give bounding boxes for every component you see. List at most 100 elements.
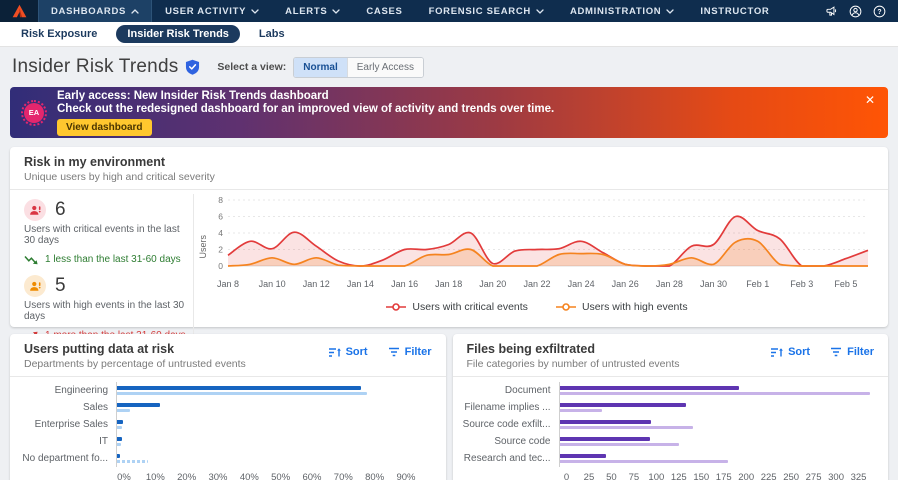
users-sort-button[interactable]: Sort — [329, 346, 368, 358]
early-access-banner: EA Early access: New Insider Risk Trends… — [10, 87, 888, 138]
bar-current[interactable] — [560, 454, 607, 458]
axis-tick: 300 — [828, 472, 844, 480]
bar-previous[interactable] — [117, 460, 148, 464]
bar-current[interactable] — [117, 386, 361, 390]
banner-close-icon[interactable]: ✕ — [865, 94, 875, 106]
axis-tick: 275 — [806, 472, 822, 480]
axis-tick: 125 — [671, 472, 687, 480]
banner-subtitle: Check out the redesigned dashboard for a… — [57, 103, 554, 115]
bar-row-research-and-tec: Research and tec... — [463, 450, 873, 467]
nav-item-alerts[interactable]: ALERTS — [272, 0, 353, 22]
bar-category-label: Enterprise Sales — [20, 419, 116, 430]
axis-tick: 25 — [584, 472, 595, 480]
axis-tick: 175 — [716, 472, 732, 480]
help-icon[interactable]: ? — [873, 5, 886, 18]
view-option-normal[interactable]: Normal — [294, 58, 347, 77]
view-dashboard-button[interactable]: View dashboard — [57, 119, 152, 136]
bar-category-label: Filename implies ... — [463, 402, 559, 413]
sort-icon — [771, 347, 783, 358]
announcement-icon[interactable] — [825, 5, 838, 18]
sort-icon — [329, 347, 341, 358]
axis-tick: 80% — [365, 472, 384, 480]
account-icon[interactable] — [849, 5, 862, 18]
bar-current[interactable] — [560, 437, 650, 441]
page-title: Insider Risk Trends — [12, 56, 178, 78]
bar-current[interactable] — [117, 403, 160, 407]
title-row: Insider Risk Trends Select a view: Norma… — [0, 47, 898, 85]
critical-user-icon — [24, 199, 46, 221]
axis-tick: 0 — [564, 472, 569, 480]
filter-icon — [830, 347, 842, 357]
line-chart-plot[interactable]: 02468Jan 8Jan 10Jan 12Jan 14Jan 16Jan 18… — [208, 194, 876, 300]
tab-labs[interactable]: Labs — [248, 25, 296, 43]
bar-current[interactable] — [117, 454, 120, 458]
high-users-caption: Users with high events in the last 30 da… — [24, 300, 193, 322]
bar-previous[interactable] — [560, 409, 602, 413]
bar-previous[interactable] — [117, 426, 122, 430]
view-option-early-access[interactable]: Early Access — [348, 58, 423, 77]
bar-current[interactable] — [560, 386, 739, 390]
nav-item-instructor[interactable]: INSTRUCTOR — [687, 0, 782, 22]
dashboard-tabs: Risk Exposure Insider Risk Trends Labs — [0, 22, 898, 47]
bar-previous[interactable] — [117, 409, 130, 413]
svg-text:Jan 30: Jan 30 — [700, 279, 727, 289]
critical-users-trend: 1 less than the last 31-60 days — [24, 254, 193, 265]
bar-category-label: Sales — [20, 402, 116, 413]
chevron-down-icon — [332, 9, 340, 14]
files-filter-button[interactable]: Filter — [830, 346, 874, 358]
bar-previous[interactable] — [560, 443, 680, 447]
bar-previous[interactable] — [560, 426, 693, 430]
bar-row-it: IT — [20, 433, 430, 450]
chevron-down-icon — [536, 9, 544, 14]
nav-item-user-activity[interactable]: USER ACTIVITY — [152, 0, 272, 22]
shield-icon — [185, 59, 200, 75]
x-axis: 0%10%20%30%40%50%60%70%80%90% — [20, 472, 430, 480]
nav-item-cases[interactable]: CASES — [353, 0, 415, 22]
bar-previous[interactable] — [560, 460, 728, 464]
axis-tick: 225 — [761, 472, 777, 480]
view-selector: NormalEarly Access — [293, 57, 424, 78]
bar-current[interactable] — [560, 403, 687, 407]
bar-current[interactable] — [560, 420, 651, 424]
high-users-count: 5 — [55, 275, 66, 297]
nav-item-forensic-search[interactable]: FORENSIC SEARCH — [416, 0, 557, 22]
users-card-title: Users putting data at risk — [24, 342, 246, 356]
x-axis: 0255075100125150175200225250275300325 — [463, 472, 873, 480]
main-menu: DASHBOARDSUSER ACTIVITYALERTSCASESFORENS… — [38, 0, 782, 22]
legend-item-users-with-high-events[interactable]: Users with high events — [556, 301, 688, 313]
svg-text:Jan 28: Jan 28 — [656, 279, 683, 289]
bar-previous[interactable] — [117, 443, 121, 447]
svg-text:Jan 18: Jan 18 — [435, 279, 462, 289]
critical-users-caption: Users with critical events in the last 3… — [24, 224, 193, 246]
svg-text:?: ? — [877, 8, 881, 15]
axis-tick: 325 — [851, 472, 867, 480]
bar-previous[interactable] — [117, 392, 367, 396]
files-sort-button[interactable]: Sort — [771, 346, 810, 358]
users-filter-button[interactable]: Filter — [388, 346, 432, 358]
app-logo[interactable] — [0, 0, 38, 22]
bar-category-label: No department fo... — [20, 453, 116, 464]
ea-badge: EA — [24, 103, 44, 123]
svg-text:Feb 1: Feb 1 — [746, 279, 769, 289]
view-selector-label: Select a view: — [217, 61, 286, 73]
axis-tick: 0% — [117, 472, 131, 480]
nav-item-administration[interactable]: ADMINISTRATION — [557, 0, 687, 22]
users-bar-chart[interactable]: EngineeringSalesEnterprise SalesITNo dep… — [10, 377, 446, 480]
banner-title: Early access: New Insider Risk Trends da… — [57, 90, 554, 102]
svg-text:Jan 14: Jan 14 — [347, 279, 374, 289]
chevron-up-icon — [131, 9, 139, 14]
legend-item-users-with-critical-events[interactable]: Users with critical events — [386, 301, 528, 313]
tab-risk-exposure[interactable]: Risk Exposure — [10, 25, 108, 43]
nav-item-dashboards[interactable]: DASHBOARDS — [38, 0, 152, 22]
risk-trend-chart: Users 02468Jan 8Jan 10Jan 12Jan 14Jan 16… — [194, 194, 876, 351]
tab-insider-risk-trends[interactable]: Insider Risk Trends — [116, 25, 239, 43]
files-bar-chart[interactable]: DocumentFilename implies ...Source code … — [453, 377, 889, 480]
axis-tick: 90% — [396, 472, 415, 480]
svg-text:2: 2 — [218, 245, 223, 255]
bar-current[interactable] — [117, 420, 123, 424]
axis-tick: 40% — [240, 472, 259, 480]
bar-current[interactable] — [117, 437, 122, 441]
axis-tick: 50% — [271, 472, 290, 480]
bar-row-no-department-fo: No department fo... — [20, 450, 430, 467]
bar-previous[interactable] — [560, 392, 871, 396]
